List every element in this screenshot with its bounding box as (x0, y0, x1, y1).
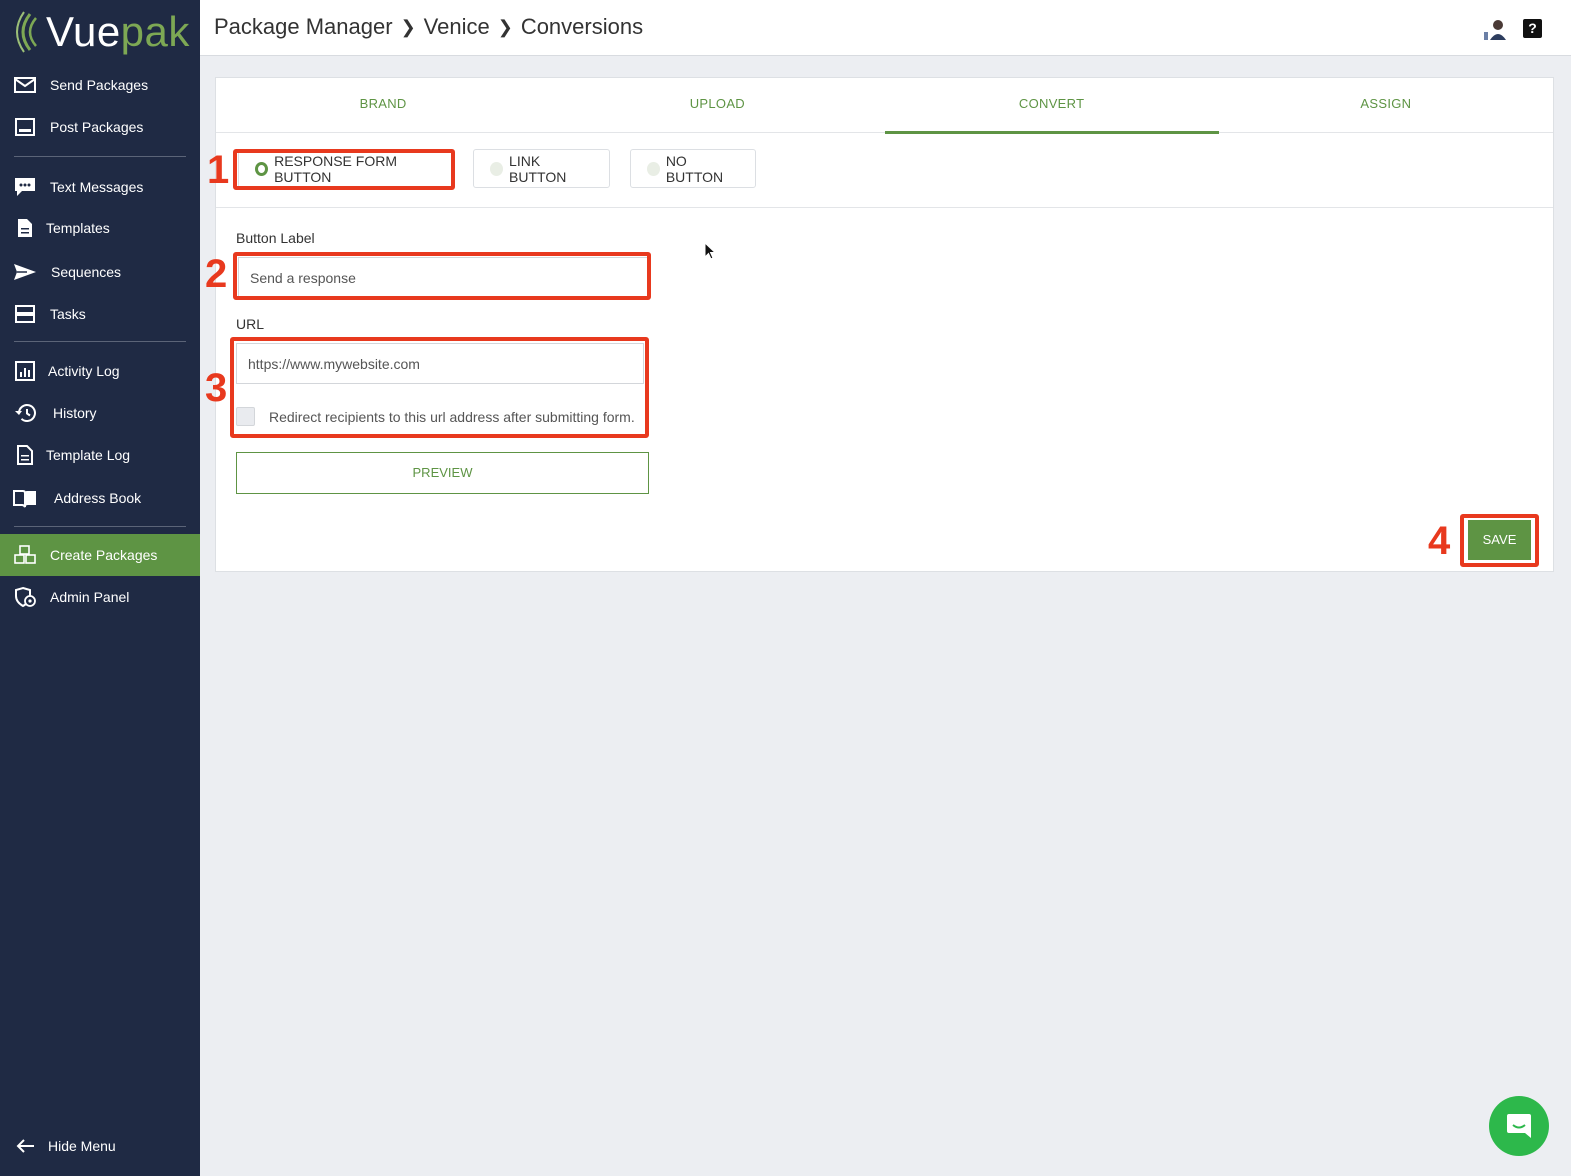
boxes-icon (12, 544, 38, 566)
breadcrumb-item[interactable]: Venice (424, 14, 490, 40)
sidebar-item-label: Activity Log (48, 363, 120, 379)
wizard-tabs: BRAND UPLOAD CONVERT ASSIGN (216, 78, 1553, 134)
no-button-option[interactable]: NO BUTTON (630, 149, 756, 188)
arrow-left-icon (12, 1135, 38, 1157)
logo-text: Vuepak (46, 10, 190, 54)
avatar[interactable] (1482, 18, 1510, 40)
button-label-title: Button Label (236, 230, 315, 246)
annotation-number-1: 1 (207, 148, 230, 192)
breadcrumb-item: Conversions (520, 14, 644, 39)
top-header: Package Manager ❯ Venice ❯ Conversions ? (200, 0, 1571, 56)
preview-button[interactable]: PREVIEW (236, 452, 649, 494)
sidebar-item-address-book[interactable]: Address Book (0, 477, 200, 519)
option-label: LINK BUTTON (509, 152, 567, 185)
sidebar-divider (14, 526, 186, 527)
monitor-icon (12, 116, 38, 138)
admin-gear-icon (12, 586, 38, 608)
sidebar-item-label: Send Packages (50, 77, 149, 93)
history-icon (12, 402, 38, 424)
annotation-number-3: 3 (205, 366, 228, 410)
sidebar-item-admin-panel[interactable]: Admin Panel (0, 576, 200, 618)
sidebar-item-history[interactable]: History (0, 392, 200, 434)
logo-swoosh-icon (16, 11, 37, 53)
sidebar-item-label: Text Messages (50, 179, 144, 195)
mouse-cursor-icon (704, 242, 717, 260)
chat-bubble-icon (12, 176, 38, 198)
sidebar-item-post-packages[interactable]: Post Packages (0, 106, 200, 148)
sidebar-item-templates[interactable]: Templates (0, 207, 200, 249)
sidebar-item-label: Templates (46, 220, 110, 236)
radio-unselected-icon (647, 161, 660, 176)
chevron-right-icon: ❯ (497, 16, 513, 37)
sidebar-divider (14, 341, 186, 342)
bar-chart-icon (12, 360, 38, 382)
tasks-stack-icon (12, 303, 38, 325)
sidebar-item-label: Template Log (46, 447, 131, 463)
sidebar-item-label: Sequences (51, 264, 122, 280)
sidebar-item-template-log[interactable]: Template Log (0, 434, 200, 476)
annotation-number-4: 4 (1428, 519, 1451, 563)
sidebar-divider (14, 156, 186, 157)
send-arrow-icon (12, 261, 38, 283)
breadcrumb: Package Manager ❯ Venice ❯ Conversions (214, 14, 643, 40)
annotation-box-4 (1460, 514, 1539, 567)
hide-menu-button[interactable]: Hide Menu (0, 1125, 200, 1167)
sidebar-item-activity-log[interactable]: Activity Log (0, 350, 200, 392)
chevron-right-icon: ❯ (400, 16, 416, 37)
url-title: URL (236, 316, 265, 332)
chat-icon (1507, 1114, 1531, 1138)
breadcrumb-item[interactable]: Package Manager (214, 14, 393, 40)
annotation-box-3 (230, 337, 649, 438)
tab-upload[interactable]: UPLOAD (550, 78, 884, 133)
help-icon[interactable]: ? (1523, 19, 1542, 38)
vuepak-logo[interactable]: Vuepak (12, 8, 190, 56)
annotation-box-2 (233, 252, 651, 300)
tab-brand[interactable]: BRAND (216, 78, 550, 133)
radio-unselected-icon (490, 161, 504, 176)
tab-assign[interactable]: ASSIGN (1219, 78, 1553, 133)
annotation-number-2: 2 (205, 252, 228, 296)
document-icon (12, 217, 38, 239)
option-label: NO BUTTON (665, 152, 724, 185)
logo-text-part2: pak (120, 8, 190, 55)
document-icon (12, 444, 38, 466)
sidebar-item-tasks[interactable]: Tasks (0, 293, 200, 335)
sidebar-item-label: Tasks (50, 306, 86, 322)
link-button-option[interactable]: LINK BUTTON (473, 149, 610, 188)
sidebar-item-create-packages[interactable]: Create Packages (0, 534, 200, 576)
sidebar-item-label: History (53, 405, 97, 421)
sidebar-item-label: Admin Panel (50, 589, 130, 605)
logo-text-part1: Vue (46, 8, 121, 55)
sidebar-item-label: Post Packages (50, 119, 144, 135)
annotation-box-1 (233, 149, 455, 190)
sidebar-item-send-packages[interactable]: Send Packages (0, 64, 200, 106)
sidebar-item-label: Create Packages (50, 547, 158, 563)
sidebar-item-text-messages[interactable]: Text Messages (0, 166, 200, 208)
chat-launcher-button[interactable] (1489, 1096, 1549, 1156)
book-icon (12, 487, 38, 509)
envelope-icon (12, 74, 38, 96)
sidebar-item-sequences[interactable]: Sequences (0, 251, 200, 293)
tab-convert[interactable]: CONVERT (884, 78, 1220, 134)
sidebar-item-label: Address Book (54, 490, 142, 506)
sidebar: Vuepak Send Packages Post Packages Text … (0, 0, 200, 1176)
hide-menu-label: Hide Menu (48, 1138, 116, 1154)
